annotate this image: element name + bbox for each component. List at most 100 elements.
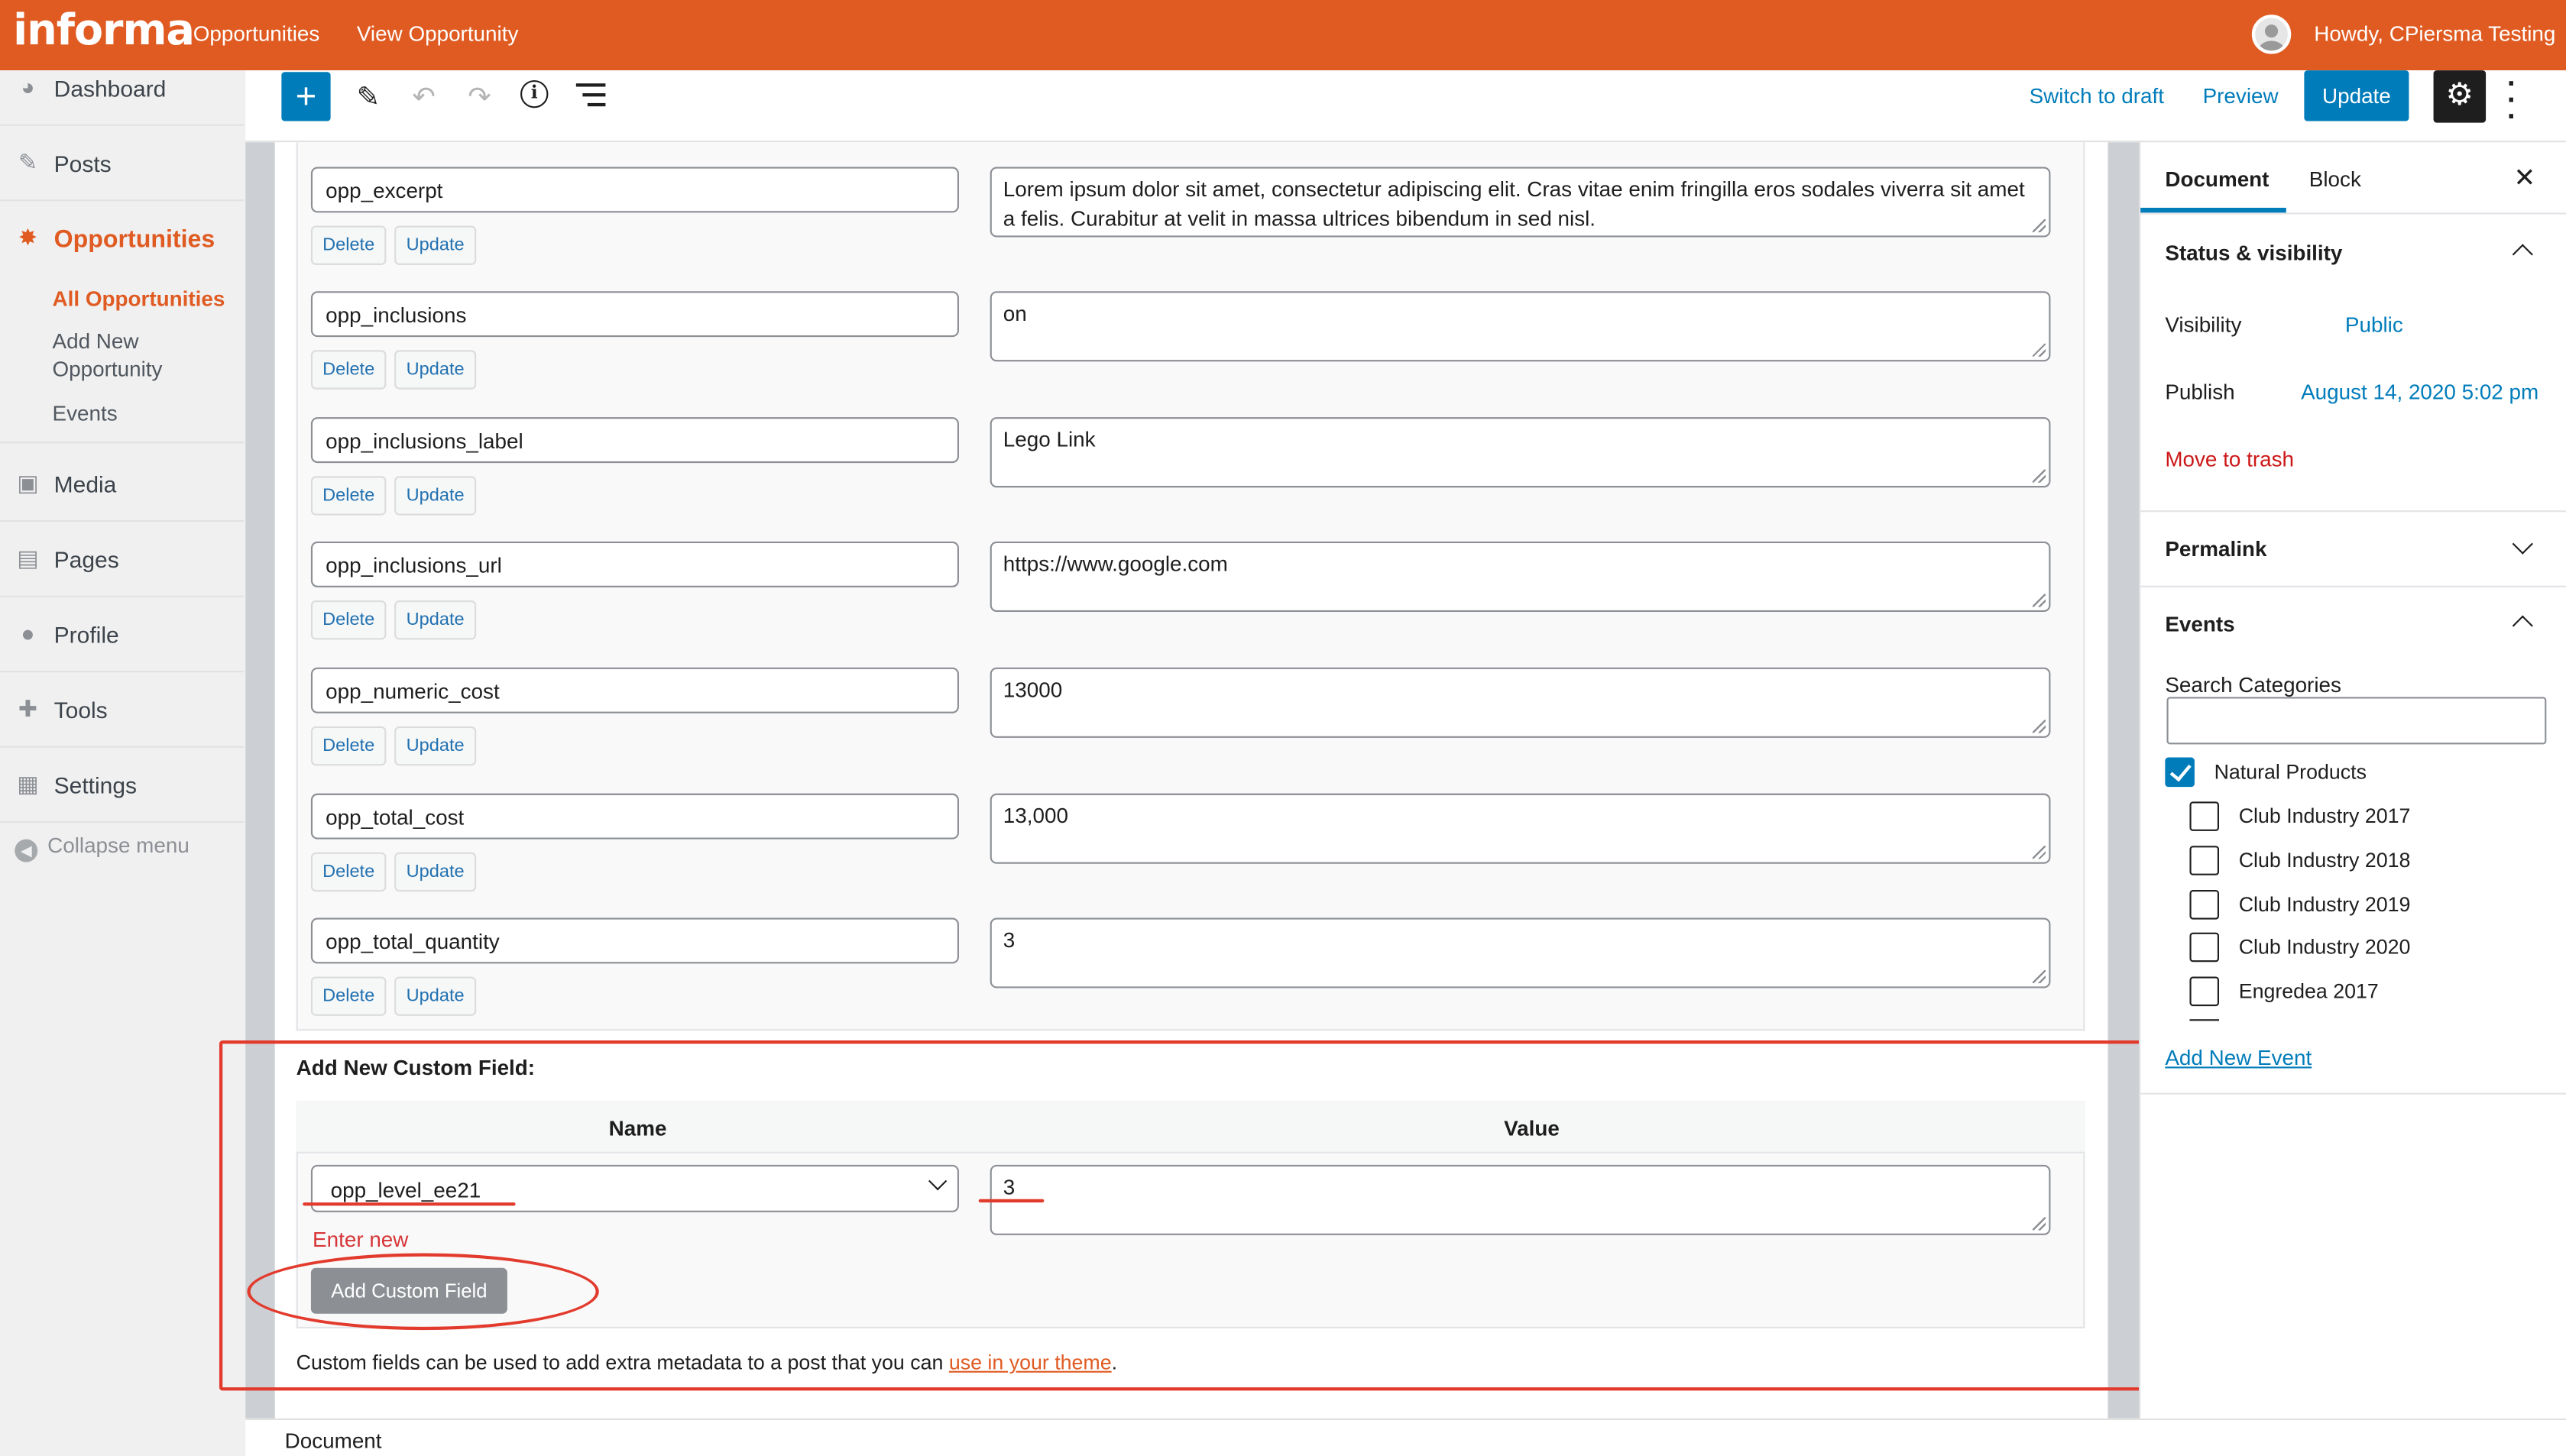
category-label: Club Industry 2018	[2238, 849, 2411, 872]
sidebar-item-media[interactable]: ▣ Media	[0, 447, 245, 523]
category-checkbox[interactable]	[2189, 846, 2220, 875]
submenu-add-new-line2[interactable]: Opportunity	[53, 355, 163, 383]
dashboard-icon: ◕	[21, 73, 35, 100]
category-checkbox[interactable]	[2189, 801, 2220, 831]
chevron-down-icon[interactable]	[2512, 533, 2533, 555]
chevron-up-icon[interactable]	[2512, 615, 2533, 636]
sidebar-item-posts[interactable]: ✎ Posts	[0, 126, 245, 202]
submenu-all-opportunities[interactable]: All Opportunities	[53, 285, 225, 312]
sidebar-item-dashboard[interactable]: ◕ Dashboard	[0, 50, 245, 126]
update-button[interactable]: Update	[2304, 70, 2409, 121]
divider	[0, 442, 245, 444]
delete-button[interactable]: Delete	[310, 476, 387, 516]
avatar[interactable]	[2251, 15, 2292, 54]
category-checkbox[interactable]	[2189, 976, 2220, 1007]
chevron-up-icon[interactable]	[2512, 244, 2533, 265]
update-field-button[interactable]: Update	[394, 726, 477, 766]
custom-field-key-input[interactable]: opp_numeric_cost	[310, 667, 959, 713]
submenu-events[interactable]: Events	[53, 400, 118, 427]
update-field-button[interactable]: Update	[394, 852, 477, 892]
custom-field-value-textarea[interactable]: 13000	[990, 667, 2051, 738]
publish-date-toggle[interactable]: August 14, 2020 5:02 pm	[2301, 380, 2538, 404]
visibility-label: Visibility	[2165, 312, 2242, 338]
category-checkbox[interactable]	[2189, 890, 2220, 920]
custom-field-value-textarea[interactable]: Lorem ipsum dolor sit amet, consectetur …	[990, 167, 2051, 238]
switch-to-draft-button[interactable]: Switch to draft	[2030, 83, 2164, 108]
custom-field-key-input[interactable]: opp_inclusions_label	[310, 417, 959, 464]
custom-field-key-input[interactable]: opp_total_cost	[310, 793, 959, 840]
collapse-icon: ◀	[15, 839, 38, 862]
delete-button[interactable]: Delete	[310, 225, 387, 265]
category-checkbox[interactable]	[2189, 932, 2220, 963]
sidebar-item-label: Media	[53, 471, 117, 498]
delete-button[interactable]: Delete	[310, 600, 387, 640]
sidebar-item-profile[interactable]: ● Profile	[0, 597, 245, 673]
close-icon[interactable]: ✕	[2513, 162, 2535, 195]
redo-icon[interactable]: ↷	[460, 79, 499, 118]
adminbar-link-view-opportunity[interactable]: View Opportunity	[357, 21, 519, 46]
events-heading[interactable]: Events	[2165, 612, 2234, 636]
delete-button[interactable]: Delete	[310, 726, 387, 766]
informa-logo[interactable]: informa	[13, 7, 195, 56]
custom-field-key-input[interactable]: opp_excerpt	[310, 167, 959, 213]
update-field-button[interactable]: Update	[394, 476, 477, 516]
tab-block[interactable]: Block	[2309, 167, 2361, 191]
preview-button[interactable]: Preview	[2203, 83, 2279, 108]
undo-icon[interactable]: ↶	[404, 79, 443, 118]
custom-field-key-input[interactable]: opp_inclusions	[310, 291, 959, 338]
status-visibility-heading[interactable]: Status & visibility	[2165, 241, 2342, 265]
visibility-toggle[interactable]: Public	[2345, 312, 2403, 337]
add-block-button[interactable]: +	[281, 72, 331, 121]
divider	[2140, 212, 2566, 215]
custom-field-value-textarea[interactable]: 13,000	[990, 793, 2051, 864]
annotation-underline-value	[978, 1199, 1045, 1203]
custom-field-value-textarea[interactable]: 3	[990, 917, 2051, 988]
update-field-button[interactable]: Update	[394, 976, 477, 1016]
collapse-label: Collapse menu	[47, 833, 190, 858]
wrench-icon: ✚	[18, 695, 37, 722]
delete-button[interactable]: Delete	[310, 852, 387, 892]
settings-sidebar: Document Block ✕ Status & visibility Vis…	[2139, 142, 2566, 1419]
category-checkbox[interactable]	[2165, 757, 2195, 788]
settings-gear-icon[interactable]: ⚙	[2433, 70, 2487, 123]
divider	[2140, 510, 2566, 513]
collapse-menu-button[interactable]: ◀ Collapse menu	[15, 833, 190, 862]
custom-field-value-textarea[interactable]: Lego Link	[990, 417, 2051, 488]
adminbar-link-opportunities[interactable]: Opportunities	[193, 21, 320, 46]
sidebar-item-label: Pages	[53, 546, 119, 573]
category-label: Club Industry 2020	[2238, 935, 2411, 959]
sidebar-item-opportunities[interactable]: ✸ Opportunities	[0, 201, 244, 277]
update-field-button[interactable]: Update	[394, 600, 477, 640]
update-field-button[interactable]: Update	[394, 350, 477, 390]
more-options-icon[interactable]: · · ·	[2507, 69, 2517, 131]
admin-bar: informa Opportunities View Opportunity H…	[0, 0, 2566, 71]
search-categories-input[interactable]	[2166, 697, 2547, 745]
info-icon[interactable]: i	[520, 79, 549, 108]
custom-field-key-input[interactable]: opp_total_quantity	[310, 917, 959, 964]
sidebar-item-label: Posts	[53, 150, 112, 177]
settings-icon: ▦	[17, 770, 39, 797]
submenu-add-new[interactable]: Add New	[53, 327, 139, 354]
howdy-user-link[interactable]: Howdy, CPiersma Testing	[2314, 21, 2555, 46]
category-checkbox-partial	[2189, 1019, 2220, 1022]
edit-tool-icon[interactable]: ✎	[348, 79, 387, 118]
list-view-icon[interactable]	[575, 83, 606, 107]
sidebar-item-settings[interactable]: ▦ Settings	[0, 748, 245, 823]
sidebar-item-tools[interactable]: ✚ Tools	[0, 672, 245, 748]
add-new-event-link[interactable]: Add New Event	[2165, 1045, 2312, 1069]
breadcrumb-document[interactable]: Document	[285, 1428, 382, 1453]
custom-field-value-textarea[interactable]: on	[990, 291, 2051, 362]
delete-button[interactable]: Delete	[310, 350, 387, 390]
category-label: Engredea 2017	[2238, 979, 2379, 1003]
sidebar-item-pages[interactable]: ▤ Pages	[0, 522, 245, 597]
tab-document[interactable]: Document	[2165, 167, 2269, 191]
category-label: Club Industry 2017	[2238, 804, 2411, 828]
update-field-button[interactable]: Update	[394, 225, 477, 265]
media-icon: ▣	[17, 469, 39, 496]
permalink-heading[interactable]: Permalink	[2165, 536, 2266, 561]
move-to-trash-button[interactable]: Move to trash	[2165, 447, 2294, 471]
delete-button[interactable]: Delete	[310, 976, 387, 1016]
sidebar-item-label: Settings	[53, 772, 138, 799]
custom-field-value-textarea[interactable]: https://www.google.com	[990, 541, 2051, 612]
custom-field-key-input[interactable]: opp_inclusions_url	[310, 541, 959, 587]
